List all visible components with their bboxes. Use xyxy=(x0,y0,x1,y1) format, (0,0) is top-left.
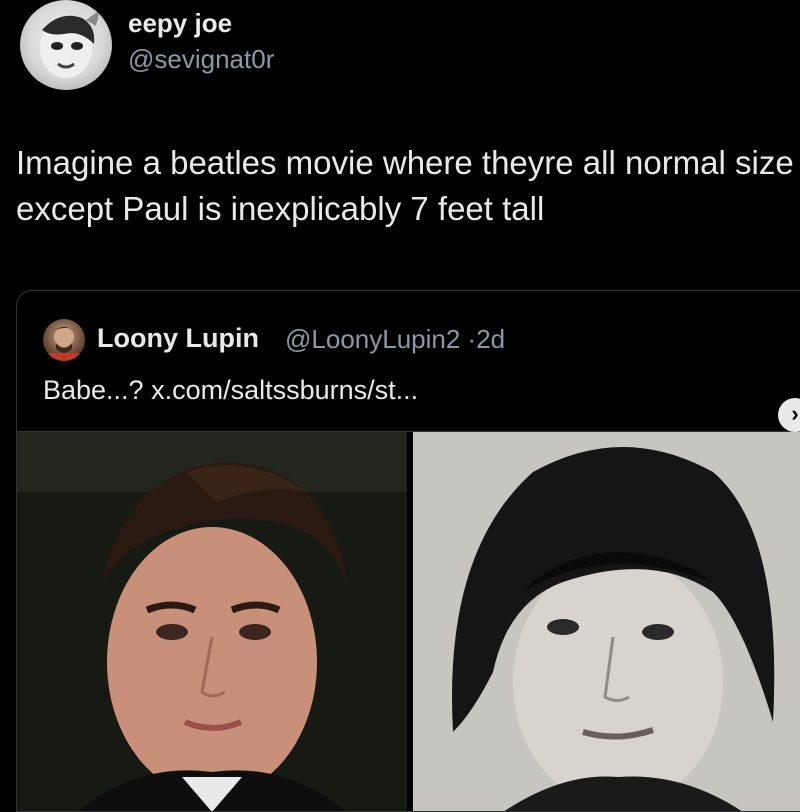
quoted-author-handle[interactable]: @LoonyLupin2 xyxy=(285,324,460,354)
quoted-author-display-name[interactable]: Loony Lupin xyxy=(97,323,259,354)
avatar-image xyxy=(49,327,79,361)
photo-right[interactable] xyxy=(413,432,800,811)
quoted-author-meta: @LoonyLupin2 ·2d xyxy=(285,324,505,355)
quoted-tweet-media[interactable] xyxy=(17,431,800,811)
quoted-tweet-card[interactable]: Loony Lupin @LoonyLupin2 ·2d Babe...? x.… xyxy=(16,290,800,812)
portrait-image xyxy=(413,432,800,811)
chevron-right-icon: › xyxy=(791,401,799,426)
photo-left[interactable] xyxy=(17,432,407,811)
portrait-image xyxy=(17,432,407,811)
quoted-tweet-time[interactable]: 2d xyxy=(476,324,505,354)
quoted-author-avatar[interactable] xyxy=(43,319,85,361)
avatar-image xyxy=(40,10,100,78)
author-display-name[interactable]: eepy joe xyxy=(128,8,232,39)
author-handle[interactable]: @sevignat0r xyxy=(128,44,274,75)
author-avatar[interactable] xyxy=(20,0,112,90)
tweet-text: Imagine a beatles movie where theyre all… xyxy=(16,144,794,227)
meta-separator: · xyxy=(467,324,477,354)
quoted-tweet-text[interactable]: Babe...? x.com/saltssburns/st... xyxy=(43,375,418,406)
